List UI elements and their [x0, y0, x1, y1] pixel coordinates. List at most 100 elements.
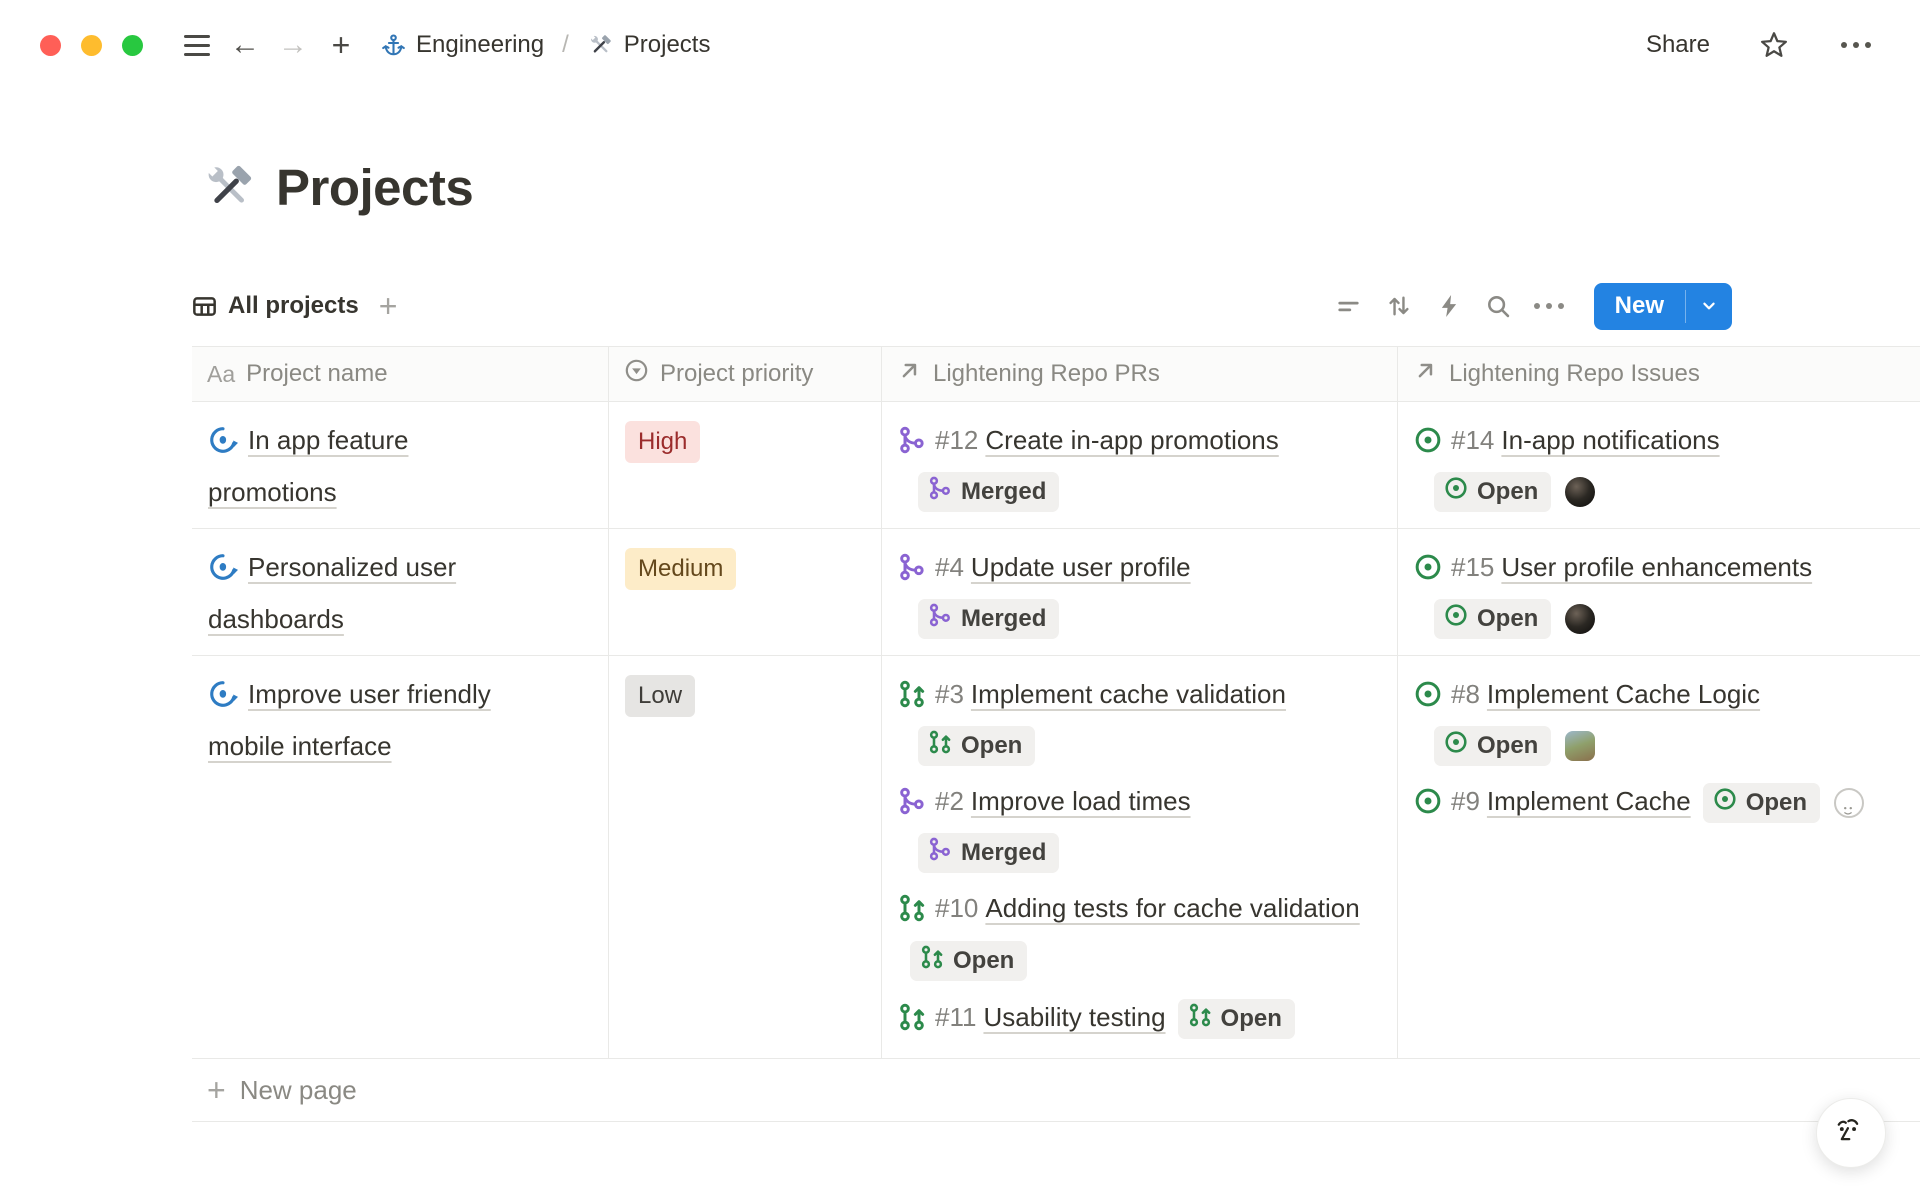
git-pr-icon [1188, 1003, 1212, 1035]
filter-button[interactable] [1324, 283, 1374, 329]
column-header-lightening-repo-issues[interactable]: Lightening Repo Issues [1398, 346, 1920, 402]
status-chip-open: Open [918, 726, 1035, 766]
forward-button[interactable]: → [269, 22, 317, 68]
git-merge-icon [928, 837, 952, 869]
pr-status-line: Merged [918, 829, 1382, 873]
column-header-label: Project priority [660, 360, 813, 388]
lightning-icon [1436, 293, 1462, 319]
project-page-link[interactable]: In app feature promotions [208, 425, 408, 507]
priority-chip-high: High [625, 421, 700, 463]
prs-cell[interactable]: #12Create in-app promotionsMerged [882, 402, 1398, 529]
favorite-button[interactable] [1750, 22, 1798, 68]
view-toolbar: All projects + [192, 280, 1732, 332]
pr-link[interactable]: Adding tests for cache validation [985, 893, 1359, 923]
sidebar-menu-button[interactable] [173, 22, 221, 68]
share-button[interactable]: Share [1640, 30, 1716, 60]
page-title-row: Projects [200, 158, 473, 217]
ellipsis-icon [1534, 303, 1564, 309]
issue-open-icon [1444, 476, 1468, 508]
issue-link[interactable]: In-app notifications [1501, 425, 1719, 455]
git-pr-icon [898, 890, 926, 936]
issue-open-icon [1414, 549, 1442, 595]
column-header-lightening-repo-prs[interactable]: Lightening Repo PRs [882, 346, 1398, 402]
pr-number: #3 [935, 679, 964, 709]
issues-cell[interactable]: #15User profile enhancementsOpen [1398, 529, 1920, 656]
issue-open-icon [1414, 783, 1442, 829]
issue-entry: #15User profile enhancementsOpen [1414, 544, 1905, 639]
breadcrumb-item-engineering[interactable]: Engineering [381, 31, 544, 59]
issues-cell[interactable]: #14In-app notifications Open [1398, 402, 1920, 529]
sort-button[interactable] [1374, 283, 1424, 329]
issue-link[interactable]: Implement Cache Logic [1487, 679, 1760, 709]
automation-button[interactable] [1424, 283, 1474, 329]
priority-cell[interactable]: Low [609, 656, 882, 1059]
priority-cell[interactable]: High [609, 402, 882, 529]
more-options-button[interactable] [1832, 22, 1880, 68]
priority-cell[interactable]: Medium [609, 529, 882, 656]
project-name-cell[interactable]: In app feature promotions [192, 402, 609, 529]
git-merge-icon [898, 422, 926, 468]
add-view-button[interactable]: + [379, 288, 398, 325]
prs-cell[interactable]: #4Update user profileMerged [882, 529, 1398, 656]
forward-arrow-icon: → [278, 30, 308, 60]
new-button[interactable]: New [1594, 283, 1685, 330]
table-view-icon [192, 294, 217, 319]
status-label: Open [1221, 1004, 1282, 1034]
status-label: Merged [961, 477, 1046, 507]
issue-link[interactable]: Implement Cache [1487, 786, 1691, 816]
breadcrumb-label: Projects [624, 31, 711, 59]
status-chip-open: Open [910, 941, 1027, 981]
issue-link[interactable]: User profile enhancements [1501, 552, 1812, 582]
issues-cell[interactable]: #8Implement Cache LogicOpen#9Implement C… [1398, 656, 1920, 1059]
pr-link[interactable]: Usability testing [983, 1002, 1165, 1032]
issue-entry: #8Implement Cache LogicOpen [1414, 671, 1905, 766]
pr-entry: #2Improve load timesMerged [898, 778, 1382, 873]
status-chip-merged: Merged [918, 833, 1059, 873]
pr-entry: #12Create in-app promotionsMerged [898, 417, 1382, 512]
close-window-button[interactable] [40, 35, 61, 56]
back-button[interactable]: ← [221, 22, 269, 68]
project-icon [208, 677, 238, 723]
view-more-button[interactable] [1524, 283, 1574, 329]
project-name-cell[interactable]: Personalized user dashboards [192, 529, 609, 656]
project-page-link[interactable]: Personalized user dashboards [208, 552, 456, 634]
pr-number: #10 [935, 893, 978, 923]
status-chip-merged: Merged [918, 472, 1059, 512]
minimize-window-button[interactable] [81, 35, 102, 56]
git-pr-icon [898, 999, 926, 1045]
breadcrumb-item-projects[interactable]: Projects [587, 31, 711, 59]
pr-status-line: Merged [918, 468, 1382, 512]
new-tab-button[interactable]: + [317, 22, 365, 68]
pr-link[interactable]: Create in-app promotions [985, 425, 1278, 455]
pr-link[interactable]: Implement cache validation [971, 679, 1286, 709]
zoom-window-button[interactable] [122, 35, 143, 56]
doodle-face-icon [1830, 1112, 1872, 1154]
new-page-row[interactable]: +New page [192, 1059, 1920, 1122]
search-button[interactable] [1474, 283, 1524, 329]
hammer-wrench-page-icon [200, 159, 258, 217]
back-arrow-icon: ← [230, 30, 260, 60]
star-icon [1759, 30, 1789, 60]
breadcrumb-separator: / [562, 31, 569, 59]
pr-link[interactable]: Improve load times [971, 786, 1191, 816]
git-pr-icon [928, 730, 952, 762]
notion-ai-button[interactable] [1816, 1098, 1886, 1168]
column-header-project-priority[interactable]: Project priority [609, 346, 882, 402]
column-header-project-name[interactable]: AaProject name [192, 346, 609, 402]
arrow-upright-icon [897, 358, 922, 390]
prs-cell[interactable]: #3Implement cache validationOpen#2Improv… [882, 656, 1398, 1059]
status-chip-merged: Merged [918, 599, 1059, 639]
pr-link[interactable]: Update user profile [971, 552, 1191, 582]
hamburger-icon [184, 35, 210, 56]
view-tab-all-projects[interactable]: All projects [192, 292, 359, 320]
page-title: Projects [276, 158, 473, 217]
project-name-cell[interactable]: Improve user friendly mobile interface [192, 656, 609, 1059]
issue-number: #14 [1451, 425, 1494, 455]
project-page-link[interactable]: Improve user friendly mobile interface [208, 679, 491, 761]
status-chip-open: Open [1434, 472, 1551, 512]
assignee-avatar [1565, 604, 1595, 634]
git-merge-icon [898, 783, 926, 829]
new-dropdown-button[interactable] [1686, 283, 1732, 330]
anchor-icon [381, 33, 406, 58]
hammer-wrench-icon [587, 32, 614, 59]
